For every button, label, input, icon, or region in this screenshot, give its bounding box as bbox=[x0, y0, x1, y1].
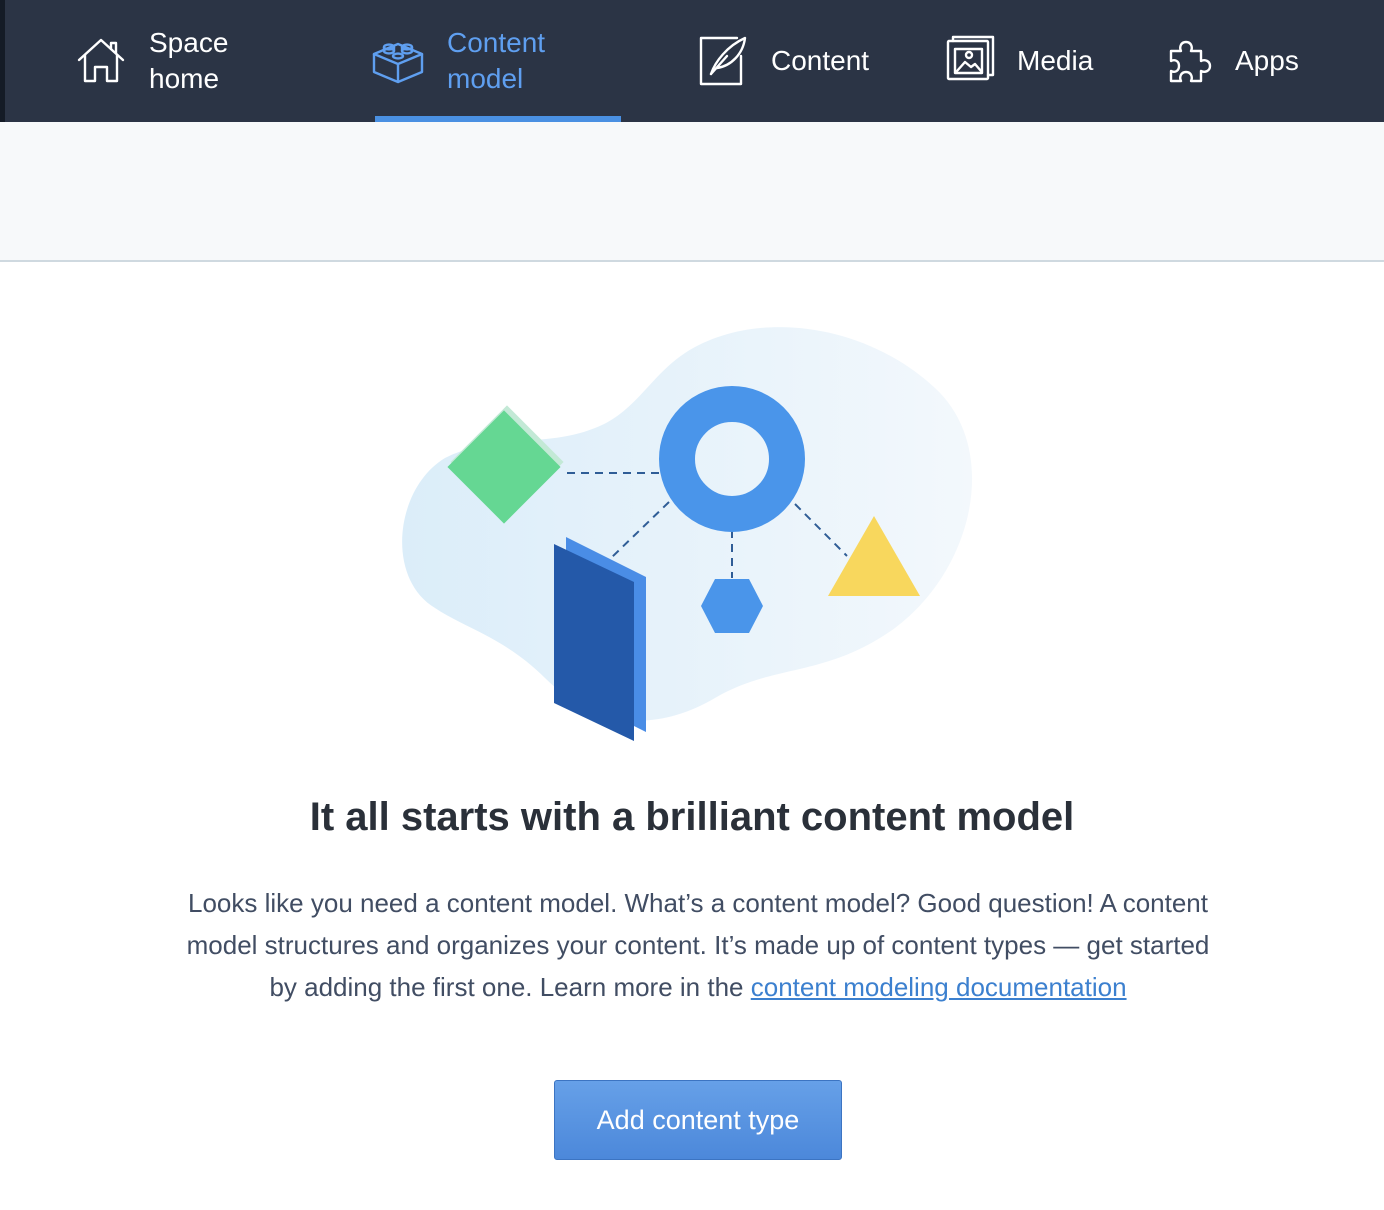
media-icon bbox=[946, 35, 995, 81]
nav-label-apps: Apps bbox=[1235, 45, 1299, 76]
nav-label-space-home: Space home bbox=[149, 27, 229, 94]
nav-item-apps[interactable]: Apps bbox=[1167, 0, 1299, 122]
empty-state-description: Looks like you need a content model. Wha… bbox=[180, 882, 1216, 1008]
content-model-illustration bbox=[402, 327, 973, 741]
empty-state-title: It all starts with a brilliant content m… bbox=[309, 795, 1075, 839]
nav-item-media[interactable]: Media bbox=[945, 0, 1093, 122]
content-icon bbox=[699, 36, 747, 86]
top-navigation: Space home Content model Content Media A… bbox=[0, 0, 1384, 122]
content-model-icon bbox=[372, 42, 424, 84]
nav-item-space-home[interactable]: Space home bbox=[73, 0, 259, 122]
nav-item-content-model[interactable]: Content model bbox=[369, 0, 557, 122]
background-blob bbox=[402, 327, 973, 721]
home-icon bbox=[77, 38, 125, 83]
apps-icon bbox=[1169, 40, 1212, 83]
workbench-header bbox=[0, 122, 1384, 262]
nav-label-content-model: Content model bbox=[447, 27, 546, 94]
content-modeling-docs-link[interactable]: content modeling documentation bbox=[751, 972, 1127, 1002]
nav-label-media: Media bbox=[1017, 45, 1094, 76]
add-content-type-button[interactable]: Add content type bbox=[554, 1080, 842, 1160]
nav-item-content[interactable]: Content bbox=[697, 0, 869, 122]
nav-label-content: Content bbox=[771, 45, 870, 76]
